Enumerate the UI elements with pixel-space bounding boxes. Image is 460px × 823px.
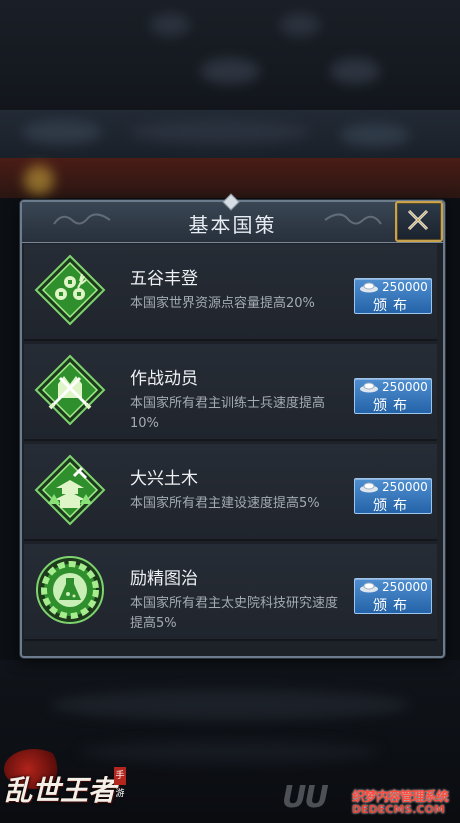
grain-coins-icon <box>34 254 106 326</box>
dialog-header: 基本国策 <box>22 193 443 243</box>
policy-name: 作战动员 <box>130 369 198 389</box>
policy-cost: 250000 <box>382 580 428 594</box>
game-logo-seal: 手游 <box>114 767 126 799</box>
policy-list: 五谷丰登 本国家世界资源点容量提高20% 250000 颁布 作战动员 本国家所… <box>24 244 437 644</box>
silver-ingot-icon <box>360 582 378 593</box>
promulgate-button-label: 颁布 <box>373 598 413 614</box>
policy-name: 五谷丰登 <box>130 269 198 289</box>
policy-row: 励精图治 本国家所有君主太史院科技研究速度提高5% 250000 颁布 <box>24 544 437 641</box>
pagoda-hammer-icon <box>34 454 106 526</box>
policy-description: 本国家所有君主建设速度提高5% <box>130 496 320 511</box>
national-policy-dialog: 基本国策 五谷丰登 本国家世界资源点容量提高20% 250000 颁布 作战动员… <box>20 193 445 658</box>
promulgate-button-label: 颁布 <box>373 498 413 514</box>
watermark: UU 织梦内容管理系统 DEDECMS.COM <box>282 778 458 822</box>
game-logo: 乱世王者 手游 <box>0 745 140 823</box>
watermark-en: DEDECMS.COM <box>352 803 445 816</box>
policy-name: 大兴土木 <box>130 469 198 489</box>
flask-gear-icon <box>36 556 104 624</box>
policy-cost: 250000 <box>382 480 428 494</box>
policy-row: 五谷丰登 本国家世界资源点容量提高20% 250000 颁布 <box>24 244 437 341</box>
close-x-icon <box>407 209 429 231</box>
promulgate-button[interactable]: 250000 颁布 <box>354 578 432 614</box>
policy-description: 本国家世界资源点容量提高20% <box>130 296 315 311</box>
promulgate-button-label: 颁布 <box>373 298 413 314</box>
policy-row: 大兴土木 本国家所有君主建设速度提高5% 250000 颁布 <box>24 444 437 541</box>
promulgate-button[interactable]: 250000 颁布 <box>354 378 432 414</box>
policy-name: 励精图治 <box>130 569 198 589</box>
promulgate-button[interactable]: 250000 颁布 <box>354 478 432 514</box>
policy-description: 本国家所有君主太史院科技研究速度提高5% <box>130 596 339 631</box>
policy-row: 作战动员 本国家所有君主训练士兵速度提高10% 250000 颁布 <box>24 344 437 441</box>
promulgate-button-label: 颁布 <box>373 398 413 414</box>
close-button[interactable] <box>395 201 443 242</box>
silver-ingot-icon <box>360 282 378 293</box>
policy-description: 本国家所有君主训练士兵速度提高10% <box>130 396 326 431</box>
promulgate-button[interactable]: 250000 颁布 <box>354 278 432 314</box>
policy-cost: 250000 <box>382 280 428 294</box>
policy-cost: 250000 <box>382 380 428 394</box>
crossed-swords-fortress-icon <box>34 354 106 426</box>
silver-ingot-icon <box>360 482 378 493</box>
dialog-title: 基本国策 <box>188 213 277 237</box>
silver-ingot-icon <box>360 382 378 393</box>
game-logo-text: 乱世王者 <box>4 774 117 807</box>
watermark-logo: UU <box>282 780 329 815</box>
